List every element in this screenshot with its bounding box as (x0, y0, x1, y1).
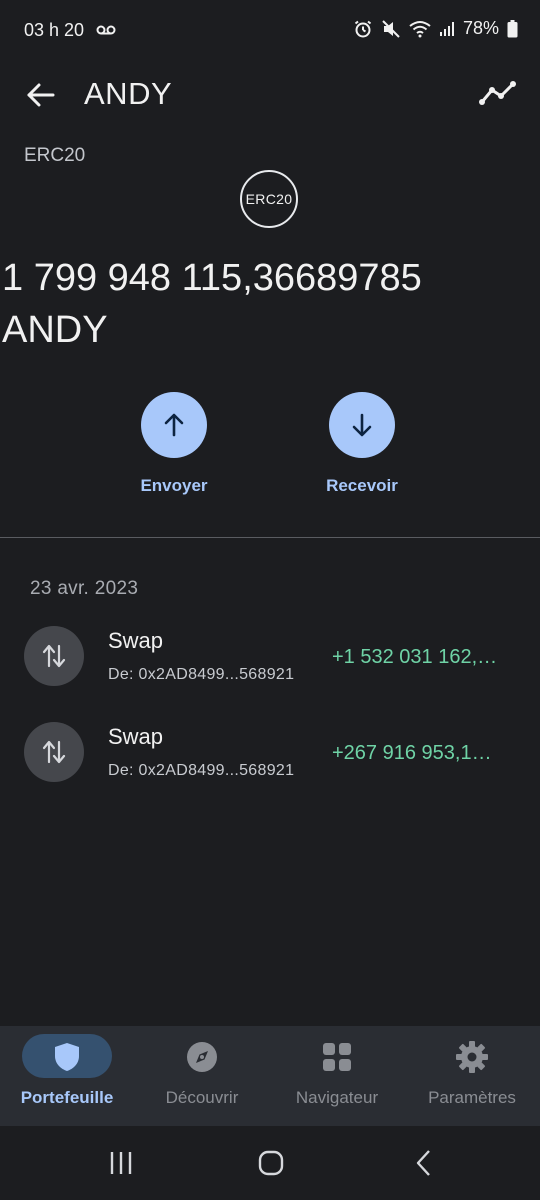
transaction-title: Swap (108, 724, 164, 749)
transaction-from: De: 0x2AD8499...568921 (108, 666, 295, 683)
nav-label-browser: Navigateur (295, 1088, 379, 1107)
top-app-bar: ANDY (0, 66, 540, 122)
back-arrow-icon[interactable] (24, 78, 58, 112)
nav-item-browser[interactable]: Navigateur (270, 1026, 404, 1126)
recent-apps-icon[interactable] (101, 1148, 141, 1178)
home-icon[interactable] (251, 1148, 291, 1178)
status-bar: 03 h 20 78% (0, 0, 540, 60)
swap-icon (24, 626, 84, 686)
swap-arrows-icon (42, 740, 66, 764)
nav-item-wallet[interactable]: Portefeuille (0, 1026, 134, 1126)
balance-amount: 1 799 948 115,36689785 (2, 257, 422, 299)
arrow-up-icon (164, 413, 184, 437)
transaction-amount: +1 532 031 162,… (332, 646, 498, 668)
token-logo: ERC20 (240, 170, 298, 228)
battery-icon (507, 19, 518, 37)
swap-arrows-icon (42, 644, 66, 668)
status-time: 03 h 20 (24, 20, 85, 40)
alarm-icon (354, 20, 372, 37)
battery-percent: 78% (462, 18, 499, 38)
send-label[interactable]: Envoyer (114, 476, 234, 496)
transaction-row[interactable]: Swap De: 0x2AD8499...568921 +1 532 031 1… (0, 626, 540, 706)
receive-label[interactable]: Recevoir (302, 476, 422, 496)
receive-circle[interactable] (329, 392, 395, 458)
send-circle[interactable] (141, 392, 207, 458)
nav-item-discover[interactable]: Découvrir (135, 1026, 269, 1126)
nav-label-settings: Paramètres (428, 1088, 516, 1107)
bottom-navigation: Portefeuille Découvrir Navigateur Paramè… (0, 1026, 540, 1126)
swap-icon (24, 722, 84, 782)
compass-icon (187, 1042, 217, 1072)
arrow-down-icon (352, 413, 372, 437)
token-balance: 1 799 948 115,36689785 ANDY (2, 252, 538, 356)
gear-icon (456, 1041, 488, 1073)
transaction-row[interactable]: Swap De: 0x2AD8499...568921 +267 916 953… (0, 722, 540, 802)
system-navigation-bar (0, 1126, 540, 1200)
page-title: ANDY (84, 76, 173, 111)
back-nav-icon[interactable] (404, 1148, 444, 1178)
transaction-title: Swap (108, 628, 164, 653)
nav-label-wallet: Portefeuille (20, 1088, 114, 1107)
transaction-date-header: 23 avr. 2023 (30, 578, 139, 599)
divider (0, 537, 540, 538)
transaction-from: De: 0x2AD8499...568921 (108, 762, 295, 779)
grid-icon (323, 1043, 351, 1071)
voicemail-icon (96, 25, 116, 35)
network-label: ERC20 (24, 145, 86, 166)
nav-label-discover: Découvrir (165, 1088, 239, 1107)
shield-icon (55, 1043, 79, 1071)
balance-symbol: ANDY (2, 309, 108, 351)
send-button[interactable]: Envoyer (114, 392, 234, 496)
nav-item-settings[interactable]: Paramètres (405, 1026, 539, 1126)
signal-icon (439, 21, 454, 36)
mute-icon (382, 19, 400, 38)
receive-button[interactable]: Recevoir (302, 392, 422, 496)
token-logo-text: ERC20 (245, 191, 293, 207)
transaction-amount: +267 916 953,1… (332, 742, 492, 764)
wifi-icon (409, 20, 431, 37)
trend-line-icon[interactable] (478, 76, 518, 110)
